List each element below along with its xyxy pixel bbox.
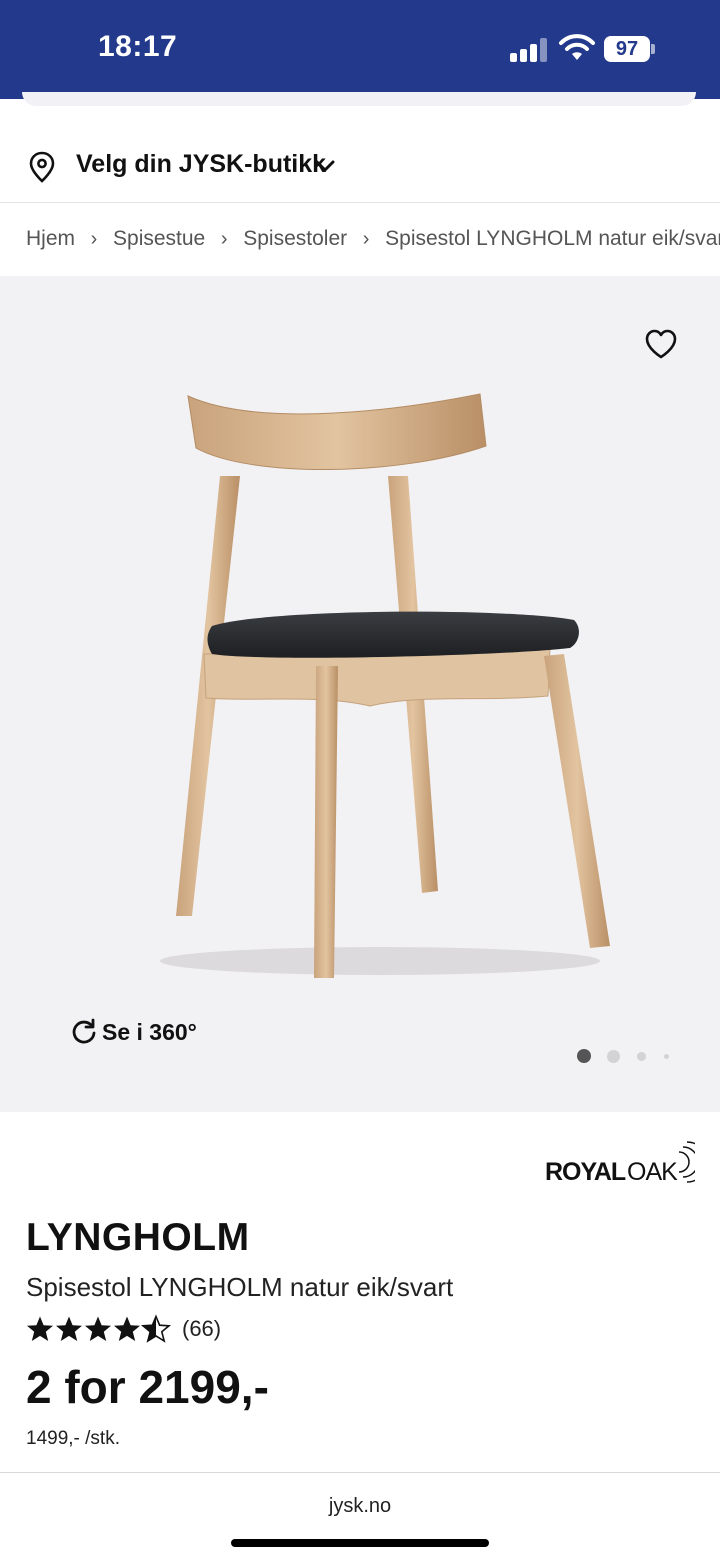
- product-subtitle: Spisestol LYNGHOLM natur eik/svart: [26, 1272, 454, 1302]
- breadcrumb-separator-icon: ›: [90, 227, 98, 250]
- status-bar: 18:17 97: [0, 0, 720, 99]
- search-bar-edge[interactable]: [22, 92, 696, 106]
- location-pin-icon: [29, 151, 55, 183]
- battery-level: 97: [615, 37, 639, 60]
- view-360-button[interactable]: Se i 360°: [70, 1018, 197, 1046]
- brand-logo-text-royal: ROYAL: [545, 1158, 626, 1186]
- browser-url[interactable]: jysk.no: [0, 1495, 720, 1518]
- chevron-down-icon: [315, 160, 335, 172]
- view-360-label: Se i 360°: [102, 1018, 197, 1045]
- pagination-dot-active[interactable]: [577, 1049, 591, 1063]
- store-selector-label: Velg din JYSK-butikk: [76, 150, 327, 178]
- product-name: LYNGHOLM: [26, 1216, 250, 1259]
- battery-tip: [651, 44, 655, 54]
- store-selector[interactable]: Velg din JYSK-butikk: [0, 128, 720, 203]
- review-count: (66): [182, 1316, 222, 1341]
- cellular-signal-icon: [510, 38, 548, 62]
- product-price: 2 for 2199,-: [26, 1361, 269, 1413]
- brand-logo-royal-oak[interactable]: ROYAL OAK: [545, 1138, 695, 1188]
- heart-icon[interactable]: [644, 328, 678, 360]
- breadcrumb-spisestoler[interactable]: Spisestoler: [243, 227, 347, 251]
- breadcrumb-separator-icon: ›: [362, 227, 370, 250]
- pagination-dot[interactable]: [637, 1052, 646, 1061]
- pagination-dot[interactable]: [607, 1050, 620, 1063]
- breadcrumb: Hjem › Spisestue › Spisestoler › Spisest…: [0, 203, 720, 276]
- wifi-icon: [559, 34, 595, 60]
- home-indicator[interactable]: [231, 1539, 489, 1547]
- battery-icon: 97: [604, 36, 650, 62]
- browser-address-bar[interactable]: jysk.no: [0, 1472, 720, 1561]
- star-rating-icon: [27, 1315, 170, 1342]
- rotate-icon: [72, 1018, 96, 1044]
- breadcrumb-home[interactable]: Hjem: [26, 227, 75, 251]
- product-image-chair: [160, 393, 610, 978]
- breadcrumb-current: Spisestol LYNGHOLM natur eik/svart: [385, 227, 720, 250]
- pagination-dot[interactable]: [664, 1054, 669, 1059]
- breadcrumb-spisestue[interactable]: Spisestue: [113, 227, 205, 251]
- product-image-gallery[interactable]: Se i 360°: [0, 276, 720, 1112]
- status-time: 18:17: [98, 30, 178, 63]
- brand-logo-text-oak: OAK: [627, 1158, 678, 1186]
- breadcrumb-separator-icon: ›: [220, 227, 228, 250]
- unit-price: 1499,- /stk.: [26, 1428, 120, 1449]
- gallery-pagination[interactable]: [574, 1047, 684, 1065]
- product-rating[interactable]: (66): [26, 1314, 221, 1344]
